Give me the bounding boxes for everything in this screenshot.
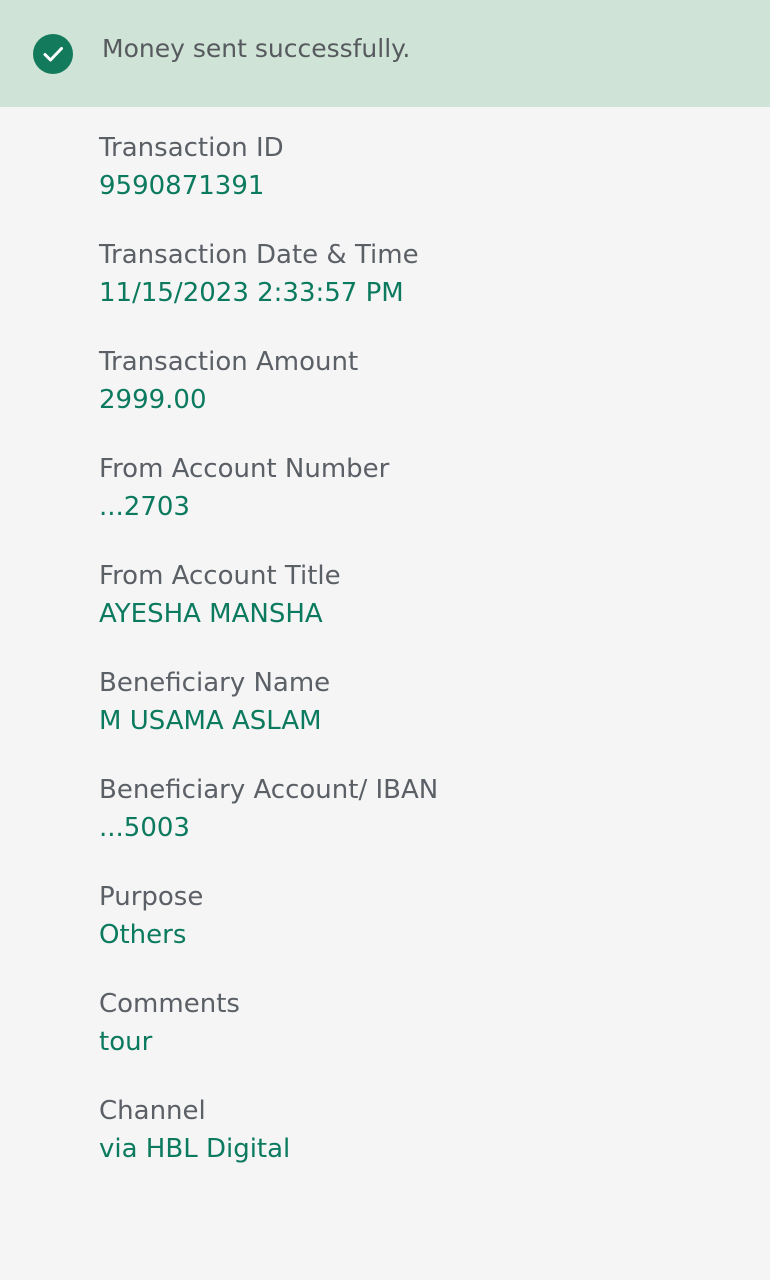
- from-account-title-label: From Account Title: [99, 561, 341, 591]
- comments-row: Comments tour: [99, 985, 739, 1092]
- beneficiary-account-value: ...5003: [99, 813, 190, 843]
- checkmark-icon: [43, 47, 63, 62]
- transaction-amount-value: 2999.00: [99, 385, 207, 415]
- transaction-id-label: Transaction ID: [99, 133, 284, 163]
- from-account-number-row: From Account Number ...2703: [99, 450, 739, 557]
- beneficiary-account-row: Beneficiary Account/ IBAN ...5003: [99, 771, 739, 878]
- transaction-id-row: Transaction ID 9590871391: [99, 129, 739, 236]
- transaction-amount-label: Transaction Amount: [99, 347, 359, 377]
- transaction-amount-row: Transaction Amount 2999.00: [99, 343, 739, 450]
- success-banner: Money sent successfully.: [0, 0, 770, 107]
- transaction-details: Transaction ID 9590871391 Transaction Da…: [99, 129, 739, 1199]
- purpose-value: Others: [99, 920, 187, 950]
- from-account-number-label: From Account Number: [99, 454, 390, 484]
- beneficiary-name-row: Beneficiary Name M USAMA ASLAM: [99, 664, 739, 771]
- channel-value: via HBL Digital: [99, 1134, 291, 1164]
- check-circle-icon: [33, 34, 73, 74]
- beneficiary-account-label: Beneficiary Account/ IBAN: [99, 775, 439, 805]
- beneficiary-name-value: M USAMA ASLAM: [99, 706, 322, 736]
- comments-value: tour: [99, 1027, 153, 1057]
- beneficiary-name-label: Beneficiary Name: [99, 668, 331, 698]
- transaction-datetime-row: Transaction Date & Time 11/15/2023 2:33:…: [99, 236, 739, 343]
- channel-label: Channel: [99, 1096, 206, 1126]
- purpose-row: Purpose Others: [99, 878, 739, 985]
- transaction-datetime-value: 11/15/2023 2:33:57 PM: [99, 278, 404, 308]
- transaction-datetime-label: Transaction Date & Time: [99, 240, 419, 270]
- purpose-label: Purpose: [99, 882, 204, 912]
- success-message: Money sent successfully.: [102, 34, 411, 63]
- transaction-id-value: 9590871391: [99, 171, 265, 201]
- from-account-title-row: From Account Title AYESHA MANSHA: [99, 557, 739, 664]
- channel-row: Channel via HBL Digital: [99, 1092, 739, 1199]
- from-account-number-value: ...2703: [99, 492, 190, 522]
- comments-label: Comments: [99, 989, 240, 1019]
- from-account-title-value: AYESHA MANSHA: [99, 599, 323, 629]
